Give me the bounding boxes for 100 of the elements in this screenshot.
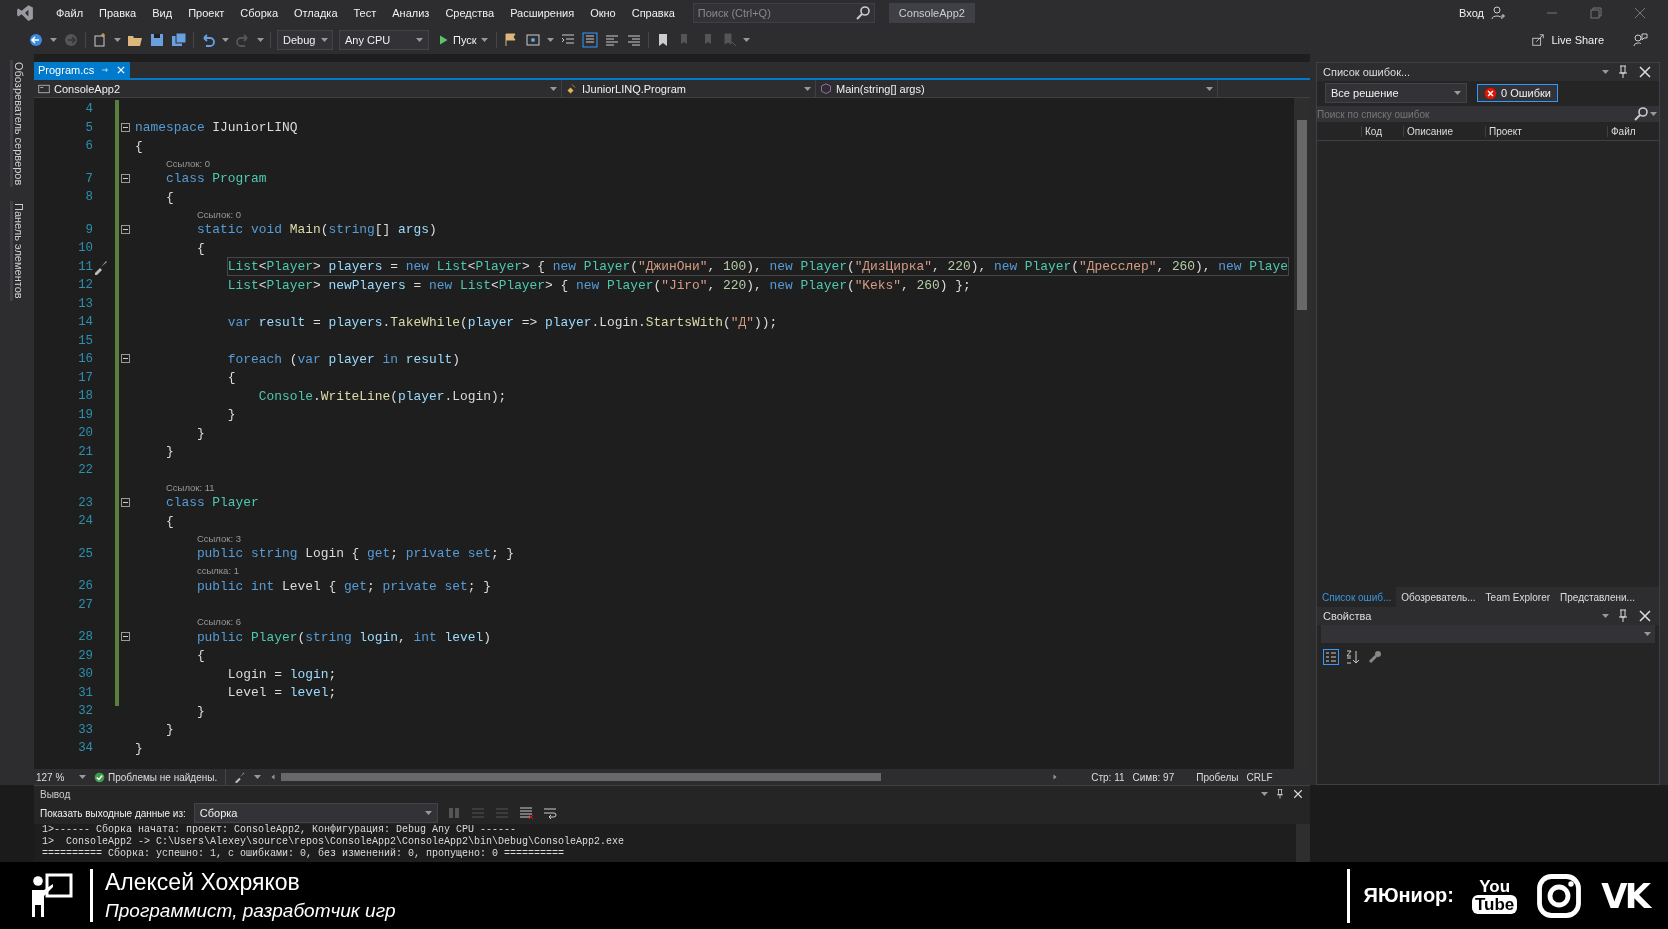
line-number: 14 [77,315,93,330]
panel-tab[interactable]: Обозреватель... [1396,587,1481,607]
menu-item[interactable]: Вид [144,7,181,19]
menu-item[interactable]: Файл [48,7,92,19]
line-number: 34 [77,741,93,756]
line-number: 22 [77,463,93,478]
line-number: 32 [77,704,93,719]
code-line: } [196,702,205,720]
panel-tab[interactable]: Список ошиб... [1317,587,1397,607]
new-project-icon[interactable] [92,32,108,48]
line-number: 27 [77,597,93,612]
code-line: } [165,443,174,461]
save-all-icon[interactable] [171,32,187,48]
code-lens[interactable]: Ссылок: 3 [196,532,241,545]
caret-icon [1206,86,1213,91]
side-tab[interactable]: Панель элементов [9,201,25,301]
menu-item[interactable]: Справка [623,7,683,19]
close-icon[interactable] [1637,64,1653,80]
line-number: 26 [77,579,93,594]
menu-item[interactable]: Окно [582,7,624,19]
search-field[interactable]: Поиск (Ctrl+Q) [692,3,875,23]
start-button[interactable]: Пуск [435,34,490,46]
navigation-dropdown[interactable]: ConsoleApp2 [34,80,562,97]
menu-item[interactable]: Правка [91,7,145,19]
sort-icon[interactable] [1345,649,1361,665]
live-share-button[interactable]: Live Share [1525,32,1610,48]
whitespace-indicator[interactable]: Пробелы [1196,771,1239,783]
collapse-icon[interactable] [121,354,130,364]
configuration-dropdown[interactable]: Debug [277,30,333,50]
side-tab[interactable]: Обозреватель серверов [9,60,25,188]
sign-in-button[interactable]: Вход [1451,5,1514,21]
line-indicator: Стр: 11 [1091,771,1125,783]
collapse-icon[interactable] [121,122,130,132]
brush-icon[interactable] [234,771,247,783]
brush-icon[interactable] [93,258,109,275]
zoom-dropdown[interactable]: 127 % [36,771,86,783]
issues-status[interactable]: Проблемы не найдены. [108,771,218,783]
menu-item[interactable]: Анализ [384,7,438,19]
back-icon[interactable] [28,32,44,48]
social-logo: VK [1601,875,1648,916]
output-line: ========== Сборка: успешно: 1, с ошибками: 0, без изменений: 0, пропущено: 0 ========== [42,848,565,860]
column-indicator: Симв: 97 [1132,771,1175,783]
column-header[interactable]: Проект [1485,126,1607,137]
file-tab[interactable]: Program.cs [34,62,131,78]
feedback-icon[interactable] [1632,32,1648,48]
search-icon[interactable] [854,5,871,21]
error-search-field[interactable]: Поиск по списку ошибок [1317,106,1659,122]
window-icon[interactable] [524,32,541,48]
menu-item[interactable]: Расширения [502,7,583,19]
undo-icon[interactable] [200,32,216,48]
flag-icon[interactable] [502,32,519,48]
word-wrap-icon[interactable] [541,805,558,821]
column-header[interactable]: Код [1361,126,1403,137]
close-icon[interactable] [1637,608,1653,624]
column-header[interactable]: Описание [1403,126,1485,137]
errors-filter-button[interactable]: 0 Ошибки [1477,84,1558,102]
share-icon [1531,33,1546,47]
align-right-icon[interactable] [625,32,642,48]
menu-item[interactable]: Средства [437,7,503,19]
code-lens[interactable]: Ссылок: 0 [196,208,241,221]
wrench-icon[interactable] [1367,649,1383,665]
navigation-dropdown[interactable]: Main(string[] args) [816,80,1218,97]
output-source-dropdown[interactable]: Сборка [193,803,438,823]
clear-all-icon[interactable] [517,805,534,821]
presenter-name: Алексей Хохряков [105,869,301,896]
menu-item[interactable]: Проект [180,7,233,19]
line-number: 11 [77,259,93,274]
output-source-label: Показать выходные данные из: [40,807,186,819]
navigation-dropdown[interactable]: IJuniorLINQ.Program [562,80,816,97]
line-number: 4 [84,102,93,117]
close-icon[interactable] [1292,788,1304,800]
document-icon[interactable] [581,32,598,48]
categorized-icon[interactable] [1323,649,1339,665]
menu-item[interactable]: Отладка [286,7,346,19]
column-header[interactable]: Файл [1607,126,1659,137]
panel-tab[interactable]: Представлени... [1555,587,1640,607]
platform-dropdown[interactable]: Any CPU [339,30,429,50]
caret-icon [50,38,57,42]
person-icon[interactable] [1490,5,1506,21]
collapse-icon[interactable] [121,224,130,234]
collapse-icon[interactable] [121,497,130,507]
code-lens[interactable]: ссылка: 1 [196,565,239,577]
search-icon[interactable] [1633,106,1649,122]
code-lens[interactable]: Ссылок: 11 [165,481,215,494]
panel-tab[interactable]: Team Explorer [1480,587,1556,607]
scope-dropdown[interactable]: Все решение [1325,83,1467,103]
vertical-scrollbar[interactable] [1296,824,1310,862]
collapse-icon[interactable] [121,632,130,642]
menu-item[interactable]: Тест [345,7,385,19]
save-icon[interactable] [149,32,165,48]
line-endings-indicator[interactable]: CRLF [1246,771,1273,783]
code-lens[interactable]: Ссылок: 0 [165,157,211,170]
line-number: 5 [84,120,93,135]
line-number: 21 [77,444,93,459]
collapse-icon[interactable] [121,173,130,183]
code-lens[interactable]: Ссылок: 6 [196,616,241,628]
menu-item[interactable]: Сборка [232,7,286,19]
align-left-icon[interactable] [603,32,620,48]
code-line: { [227,369,236,387]
line-number: 10 [77,241,93,256]
